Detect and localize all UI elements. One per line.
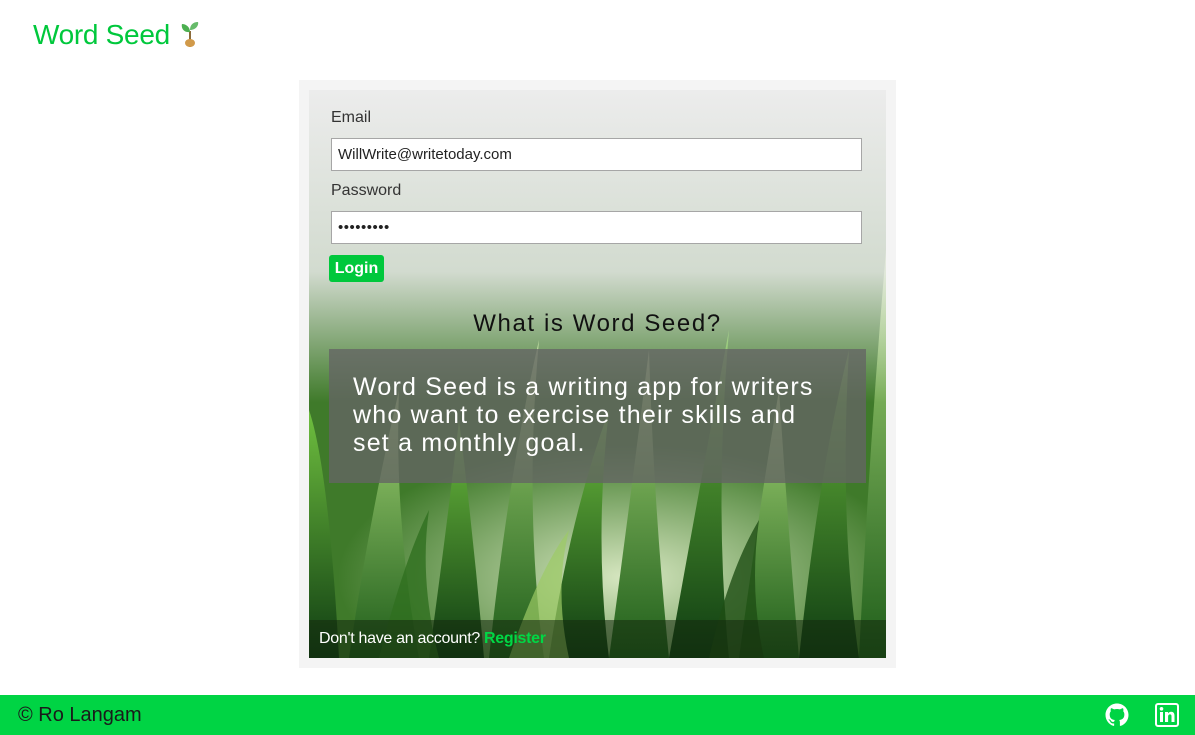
register-link[interactable]: Register bbox=[484, 630, 546, 648]
copyright-text: © Ro Langam bbox=[18, 703, 142, 726]
github-icon[interactable] bbox=[1105, 703, 1129, 727]
email-label: Email bbox=[331, 109, 372, 126]
register-prompt: Don't have an account? bbox=[319, 630, 481, 647]
email-field[interactable]: WillWrite@writetoday.com bbox=[331, 138, 862, 171]
brand-logo[interactable]: Word Seed bbox=[33, 15, 202, 55]
brand-name: Word Seed bbox=[33, 19, 170, 50]
about-description: Word Seed is a writing app for writers w… bbox=[353, 373, 814, 457]
login-card: Email WillWrite@writetoday.com Password … bbox=[309, 90, 886, 658]
password-label: Password bbox=[331, 182, 402, 199]
login-button[interactable]: Login bbox=[329, 255, 384, 282]
register-bar: Don't have an account? Register bbox=[309, 620, 886, 658]
password-field[interactable]: ••••••••• bbox=[331, 211, 862, 244]
linkedin-icon[interactable] bbox=[1155, 703, 1179, 727]
about-heading: What is Word Seed? bbox=[473, 310, 722, 337]
sprout-icon bbox=[181, 22, 199, 47]
about-description-box: Word Seed is a writing app for writers w… bbox=[329, 349, 866, 483]
footer: © Ro Langam bbox=[0, 695, 1195, 735]
